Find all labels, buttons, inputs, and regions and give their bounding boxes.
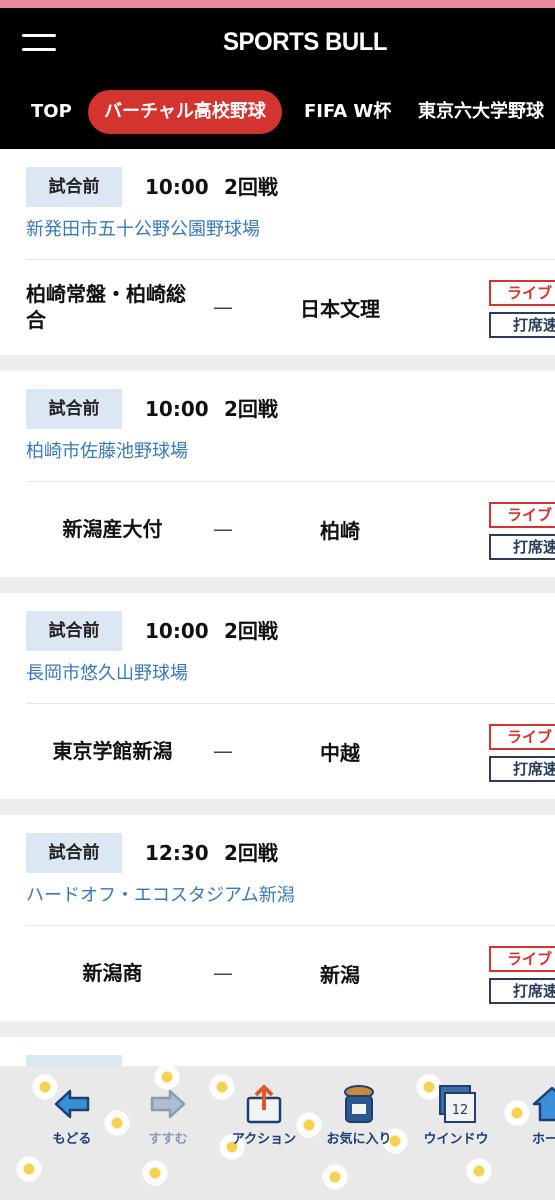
flower-decoration bbox=[462, 1154, 496, 1188]
forward-button[interactable]: すすむ bbox=[120, 1084, 216, 1147]
start-time: 12:30 bbox=[145, 841, 209, 865]
at-bat-button[interactable]: 打席速 bbox=[489, 756, 555, 782]
home-button[interactable]: ホー bbox=[504, 1084, 555, 1147]
score-separator: — bbox=[213, 295, 233, 319]
at-bat-button[interactable]: 打席速 bbox=[489, 312, 555, 338]
start-time: 10:00 bbox=[145, 175, 209, 199]
at-bat-button[interactable]: 打席速 bbox=[489, 534, 555, 560]
live-button[interactable]: ライブ bbox=[489, 724, 555, 750]
tab-fifa-world-cup[interactable]: FIFA W杯 bbox=[304, 90, 391, 134]
favorites-button[interactable]: お気に入り bbox=[311, 1084, 407, 1147]
away-team: 新潟 bbox=[320, 962, 360, 987]
flower-decoration bbox=[12, 1152, 46, 1186]
home-icon bbox=[532, 1086, 555, 1122]
home-team: 新潟商 bbox=[82, 961, 143, 985]
round-label: 2回戦 bbox=[224, 841, 278, 865]
score-separator: — bbox=[213, 961, 233, 985]
action-label: アクション bbox=[231, 1132, 297, 1147]
round-label: 2回戦 bbox=[224, 397, 278, 421]
share-icon bbox=[246, 1085, 282, 1124]
venue-link[interactable]: 新発田市五十公野公園野球場 bbox=[26, 215, 260, 241]
away-team: 中越 bbox=[320, 740, 360, 765]
round-label: 2回戦 bbox=[224, 619, 278, 643]
away-team: 日本文理 bbox=[300, 296, 380, 321]
back-button[interactable]: もどる bbox=[24, 1084, 120, 1147]
home-team: 新潟産大付 bbox=[62, 517, 163, 541]
forward-arrow-icon bbox=[150, 1089, 186, 1119]
status-strip bbox=[0, 0, 555, 8]
favorites-label: お気に入り bbox=[326, 1132, 392, 1147]
window-icon: 12 bbox=[439, 1085, 476, 1123]
score-separator: — bbox=[213, 739, 233, 763]
home-team: 柏崎常盤・柏崎総合 bbox=[26, 282, 186, 332]
venue-link[interactable]: ハードオフ・エコスタジアム新潟 bbox=[26, 881, 295, 907]
status-badge: 試合前 bbox=[26, 611, 122, 651]
bookmark-jar-icon bbox=[344, 1085, 374, 1123]
start-time: 10:00 bbox=[145, 397, 209, 421]
start-time: 10:00 bbox=[145, 619, 209, 643]
game-card[interactable]: 試合前 10:00 2回戦 柏崎市佐藤池野球場 新潟産大付 — 柏崎 ライブ 打… bbox=[0, 371, 555, 577]
forward-label: すすむ bbox=[148, 1132, 188, 1147]
status-badge: 試合前 bbox=[26, 167, 122, 207]
status-badge: 試合前 bbox=[26, 833, 122, 873]
window-button[interactable]: 12 ウインドウ bbox=[408, 1084, 504, 1147]
back-arrow-icon bbox=[54, 1089, 90, 1119]
tab-virtual-koshien[interactable]: バーチャル高校野球 bbox=[88, 90, 282, 134]
score-separator: — bbox=[213, 517, 233, 541]
window-count: 12 bbox=[452, 1103, 469, 1118]
game-card[interactable]: 試合前 10:00 2回戦 長岡市悠久山野球場 東京学館新潟 — 中越 ライブ … bbox=[0, 593, 555, 799]
game-card[interactable]: 試合前 12:30 2回戦 ハードオフ・エコスタジアム新潟 新潟商 — 新潟 ラ… bbox=[0, 815, 555, 1021]
logo[interactable]: SPORTS BULL bbox=[223, 28, 388, 57]
back-label: もどる bbox=[52, 1132, 92, 1147]
status-badge: 試合前 bbox=[26, 389, 122, 429]
home-label: ホー bbox=[532, 1132, 555, 1147]
tab-top[interactable]: TOP bbox=[31, 90, 72, 134]
live-button[interactable]: ライブ bbox=[489, 280, 555, 306]
flower-decoration bbox=[138, 1156, 172, 1190]
window-label: ウインドウ bbox=[423, 1132, 489, 1147]
round-label: 2回戦 bbox=[224, 175, 278, 199]
tab-tokyo-big6[interactable]: 東京六大学野球 bbox=[418, 90, 544, 134]
menu-icon[interactable] bbox=[22, 32, 56, 54]
venue-link[interactable]: 長岡市悠久山野球場 bbox=[26, 659, 188, 685]
home-team: 東京学館新潟 bbox=[52, 739, 173, 763]
at-bat-button[interactable]: 打席速 bbox=[489, 978, 555, 1004]
live-button[interactable]: ライブ bbox=[489, 502, 555, 528]
game-card[interactable]: 試合前 10:00 2回戦 新発田市五十公野公園野球場 柏崎常盤・柏崎総合 — … bbox=[0, 149, 555, 355]
browser-toolbar: もどる すすむ アクション お気に入り 12 ウインドウ ホー bbox=[0, 1066, 555, 1200]
venue-link[interactable]: 柏崎市佐藤池野球場 bbox=[26, 437, 188, 463]
app-header: SPORTS BULL TOP バーチャル高校野球 FIFA W杯 東京六大学野… bbox=[0, 8, 555, 149]
action-button[interactable]: アクション bbox=[216, 1084, 312, 1147]
flower-decoration bbox=[318, 1160, 352, 1194]
away-team: 柏崎 bbox=[320, 518, 360, 543]
category-nav: TOP バーチャル高校野球 FIFA W杯 東京六大学野球 bbox=[0, 90, 555, 136]
app-screen: SPORTS BULL TOP バーチャル高校野球 FIFA W杯 東京六大学野… bbox=[0, 0, 555, 1200]
live-button[interactable]: ライブ bbox=[489, 946, 555, 972]
